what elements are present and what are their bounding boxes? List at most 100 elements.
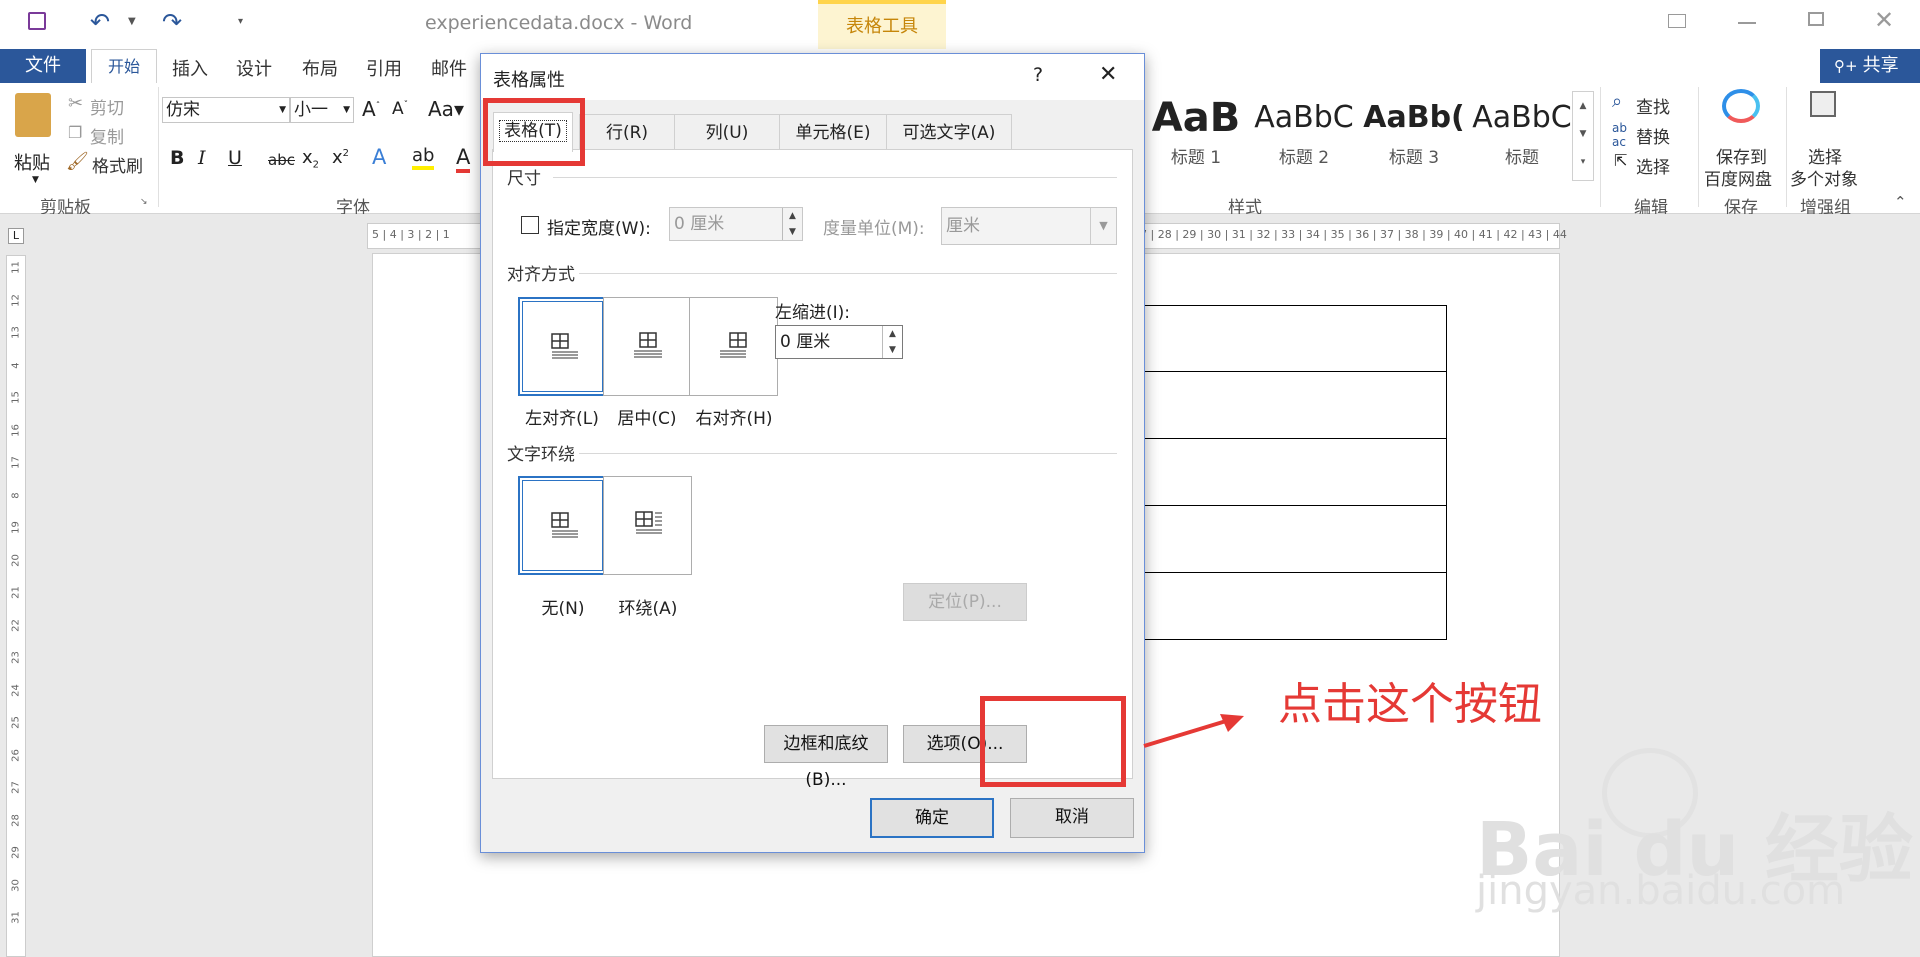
help-button[interactable]: ? [1033, 64, 1043, 86]
vertical-ruler-tick: 16 [10, 423, 22, 437]
baidu-netdisk-icon[interactable] [1722, 89, 1760, 123]
tab-home[interactable]: 开始 [91, 49, 157, 85]
dialog-launcher-icon[interactable]: ↘ [140, 197, 148, 207]
font-name-box[interactable]: 仿宋 ▼ [162, 97, 290, 123]
text-effects-icon[interactable]: A [372, 145, 386, 169]
paste-button[interactable]: 粘贴 ▼ [10, 91, 60, 191]
positioning-button[interactable]: 定位(P)... [903, 583, 1027, 621]
font-color-icon[interactable]: A [456, 145, 471, 173]
select-button[interactable]: 选择 [1636, 153, 1670, 178]
vertical-ruler-tick: 19 [10, 521, 22, 534]
vertical-ruler[interactable]: 11 12 13 4 15 16 17 8 19 20 21 22 23 24 25 26 27 28 29 30 31 [6, 255, 26, 957]
strikethrough-icon[interactable]: abc [268, 151, 295, 169]
ribbon-display-icon[interactable] [1668, 14, 1686, 28]
restore-icon[interactable] [1808, 12, 1824, 26]
vertical-ruler-tick: 31 [10, 911, 22, 924]
table-row[interactable] [1140, 439, 1447, 506]
undo-dropdown-icon[interactable]: ▼ [128, 16, 136, 27]
close-dialog-button[interactable]: ✕ [1099, 62, 1117, 87]
align-center-option[interactable] [603, 297, 692, 396]
style-heading-1[interactable]: AaB 标题 1 [1146, 93, 1246, 168]
customize-qat-icon[interactable]: ▾ [238, 16, 243, 27]
find-button[interactable]: 查找 [1636, 93, 1670, 118]
select-cursor-icon[interactable]: ⇱ [1614, 151, 1627, 170]
share-button[interactable]: ⚲+ 共享 [1820, 49, 1920, 83]
vertical-ruler-tick: 28 [10, 813, 22, 827]
table-row[interactable] [1140, 573, 1447, 640]
width-down-icon: ▼ [782, 224, 802, 240]
tab-references[interactable]: 引用 [366, 55, 402, 81]
indent-spinner[interactable]: 0 厘米 ▲ ▼ [775, 325, 903, 359]
copy-icon[interactable]: ❐ [68, 123, 82, 142]
title-bar: ↶ ▼ ↷ ▾ experiencedata.docx - Word 表格工具 … [0, 0, 1920, 49]
align-right-label: 右对齐(H) [695, 409, 773, 429]
style-title[interactable]: AaBbC 标题 [1470, 93, 1574, 168]
tab-alt-text[interactable]: 可选文字(A) [886, 114, 1012, 150]
document-title: experiencedata.docx - Word [425, 12, 693, 34]
width-spinner[interactable]: 0 厘米 ▲ ▼ [669, 207, 803, 241]
collapse-ribbon-icon[interactable]: ⌃ [1894, 193, 1907, 211]
tab-design[interactable]: 设计 [236, 55, 272, 81]
indent-up-icon: ▲ [882, 326, 902, 342]
align-right-option[interactable] [689, 297, 778, 396]
tab-file[interactable]: 文件 [0, 49, 86, 83]
vertical-ruler-tick: 8 [10, 491, 22, 499]
annotation-arrow [1143, 714, 1244, 748]
style-heading-3[interactable]: AaBb(标题 3 [1362, 93, 1466, 168]
borders-shading-button[interactable]: 边框和底纹(B)... [764, 725, 888, 790]
grow-font-icon[interactable]: Aˆ [362, 97, 380, 121]
wrap-around-icon [635, 511, 662, 534]
replace-icon[interactable]: ab ac [1612, 121, 1627, 149]
redo-icon[interactable]: ↷ [162, 8, 182, 36]
table-row[interactable] [1140, 506, 1447, 573]
find-icon[interactable]: ⌕ [1612, 91, 1622, 112]
subscript-icon[interactable]: x2 [302, 147, 319, 171]
wrap-around-label: 环绕(A) [618, 599, 678, 619]
format-painter-icon[interactable]: 🖌 [66, 151, 89, 172]
underline-icon[interactable]: U [228, 147, 242, 169]
italic-icon[interactable]: I [198, 147, 206, 169]
table-tools-context: 表格工具 [818, 0, 946, 49]
vertical-ruler-tick: 17 [10, 456, 22, 469]
change-case-icon[interactable]: Aa▾ [428, 97, 464, 121]
align-left-option[interactable] [518, 297, 607, 396]
tab-layout[interactable]: 布局 [302, 55, 338, 81]
styles-scroll[interactable]: ▲ ▼ ▾ [1572, 91, 1594, 181]
copy-button[interactable]: 复制 [90, 123, 124, 148]
tab-insert[interactable]: 插入 [172, 55, 208, 81]
cut-button[interactable]: 剪切 [90, 94, 124, 119]
save-icon[interactable] [28, 12, 46, 30]
highlight-icon[interactable]: ab [412, 145, 435, 170]
superscript-icon[interactable]: x2 [332, 147, 349, 168]
select-objects-icon[interactable] [1810, 91, 1836, 117]
table-row[interactable] [1140, 372, 1447, 439]
wrap-around-option[interactable] [603, 476, 692, 575]
wrap-none-icon [551, 512, 578, 538]
scissors-icon[interactable]: ✂ [68, 93, 83, 114]
tab-mailings[interactable]: 邮件 [431, 55, 467, 81]
tab-cell[interactable]: 单元格(E) [779, 114, 887, 150]
replace-button[interactable]: 替换 [1636, 123, 1670, 148]
tab-column[interactable]: 列(U) [674, 114, 780, 150]
shrink-font-icon[interactable]: Aˇ [392, 99, 408, 119]
ruler-right-ticks: 7 | 28 | 29 | 30 | 31 | 32 | 33 | 34 | 3… [1140, 228, 1567, 241]
save-to-baidu-line2[interactable]: 百度网盘 [1704, 165, 1772, 190]
preferred-width-checkbox[interactable] [521, 216, 539, 234]
select-objects-line2[interactable]: 多个对象 [1790, 165, 1858, 190]
minimize-icon[interactable] [1738, 22, 1756, 24]
close-window-icon[interactable]: ✕ [1874, 6, 1894, 34]
bold-icon[interactable]: B [170, 147, 184, 169]
undo-icon[interactable]: ↶ [90, 8, 110, 36]
wrap-none-option[interactable] [518, 476, 607, 575]
format-painter-button[interactable]: 格式刷 [92, 152, 143, 177]
cancel-button[interactable]: 取消 [1010, 798, 1134, 838]
tab-table[interactable]: 表格(T) [493, 112, 573, 152]
style-heading-2[interactable]: AaBbC 标题 2 [1252, 93, 1356, 168]
table-row[interactable] [1140, 305, 1447, 372]
tab-row[interactable]: 行(R) [579, 114, 675, 150]
size-dropdown-icon: ▼ [343, 105, 350, 115]
tab-selector-icon[interactable]: L [8, 228, 24, 244]
font-size-box[interactable]: 小一 ▼ [290, 97, 354, 123]
unit-select[interactable]: 厘米 ▼ [941, 207, 1117, 245]
ok-button[interactable]: 确定 [870, 798, 994, 838]
